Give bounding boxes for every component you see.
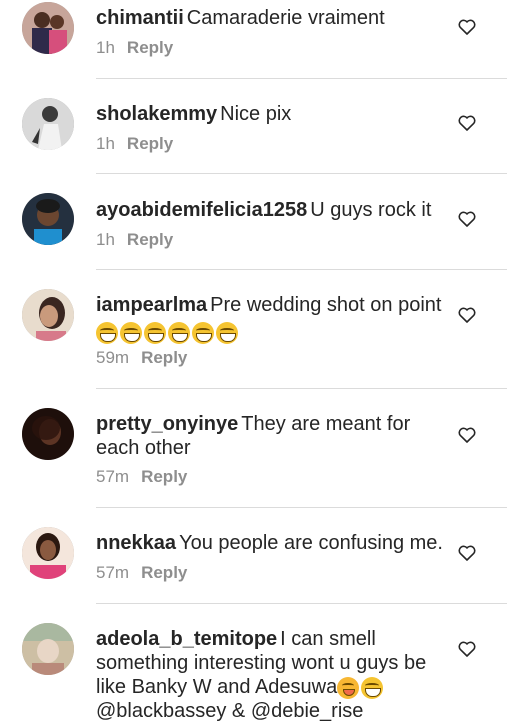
reply-button[interactable]: Reply	[127, 134, 173, 153]
avatar[interactable]	[22, 193, 74, 245]
comment-meta: 57m Reply	[96, 467, 187, 487]
comment-body: Nice pix	[220, 103, 292, 125]
comment-meta: 1h Reply	[96, 230, 173, 250]
mentions[interactable]: @blackbassey & @debie_rise	[96, 700, 363, 722]
avatar[interactable]	[22, 98, 74, 150]
comment-text: ayoabidemifelicia1258 U guys rock it	[96, 198, 446, 222]
reply-button[interactable]: Reply	[141, 563, 187, 582]
username[interactable]: sholakemmy	[96, 103, 217, 125]
grin-icon	[96, 321, 118, 344]
divider	[96, 269, 507, 270]
emoji-group	[337, 676, 384, 699]
avatar[interactable]	[22, 2, 74, 54]
like-heart-icon[interactable]	[458, 545, 476, 561]
username[interactable]: adeola_b_temitope	[96, 628, 277, 650]
username[interactable]: nnekkaa	[96, 532, 176, 554]
timestamp: 57m	[96, 467, 130, 486]
reply-button[interactable]: Reply	[127, 38, 173, 57]
avatar[interactable]	[22, 408, 74, 460]
username[interactable]: pretty_onyinye	[96, 413, 238, 435]
grin-icon	[192, 321, 214, 344]
timestamp: 59m	[96, 348, 130, 367]
comment-meta: 1h Reply	[96, 134, 173, 154]
like-heart-icon[interactable]	[458, 427, 476, 443]
timestamp: 57m	[96, 563, 130, 582]
like-heart-icon[interactable]	[458, 307, 476, 323]
comment-body: You people are confusing me.	[179, 532, 443, 554]
grin-icon	[361, 676, 384, 699]
comment-body: Pre wedding shot on point	[210, 294, 442, 316]
comment-meta: 57m Reply	[96, 563, 187, 583]
comment-text: sholakemmy Nice pix	[96, 102, 446, 126]
like-heart-icon[interactable]	[458, 115, 476, 131]
reply-button[interactable]: Reply	[127, 230, 173, 249]
comment-text: iampearlma Pre wedding shot on point	[96, 293, 446, 344]
comment-text: nnekkaa You people are confusing me.	[96, 531, 446, 555]
grin-icon	[120, 321, 142, 344]
timestamp: 1h	[96, 230, 115, 249]
divider	[96, 388, 507, 389]
comment-body: U guys rock it	[310, 199, 432, 221]
comment-meta: 1h Reply	[96, 38, 173, 58]
divider	[96, 173, 507, 174]
like-heart-icon[interactable]	[458, 641, 476, 657]
comment-body: Camaraderie vraiment	[186, 7, 385, 29]
username[interactable]: ayoabidemifelicia1258	[96, 199, 307, 221]
emoji-group	[96, 320, 446, 344]
reply-button[interactable]: Reply	[141, 348, 187, 367]
avatar[interactable]	[22, 527, 74, 579]
like-heart-icon[interactable]	[458, 211, 476, 227]
username[interactable]: iampearlma	[96, 294, 207, 316]
divider	[96, 603, 507, 604]
grin-icon	[144, 321, 166, 344]
avatar[interactable]	[22, 289, 74, 341]
avatar[interactable]	[22, 623, 74, 675]
divider	[96, 507, 507, 508]
timestamp: 1h	[96, 38, 115, 57]
comment-text: chimantii Camaraderie vraiment	[96, 6, 446, 30]
timestamp: 1h	[96, 134, 115, 153]
comment-text: adeola_b_temitope I can smell something i…	[96, 627, 446, 723]
divider	[96, 78, 507, 79]
comment-meta: 59m Reply	[96, 348, 187, 368]
reply-button[interactable]: Reply	[141, 467, 187, 486]
comment-text: pretty_onyinye They are meant for each ot…	[96, 412, 446, 460]
grin-icon	[168, 321, 190, 344]
grin-icon	[216, 321, 238, 344]
blush-icon	[337, 676, 360, 699]
username[interactable]: chimantii	[96, 7, 184, 29]
like-heart-icon[interactable]	[458, 19, 476, 35]
